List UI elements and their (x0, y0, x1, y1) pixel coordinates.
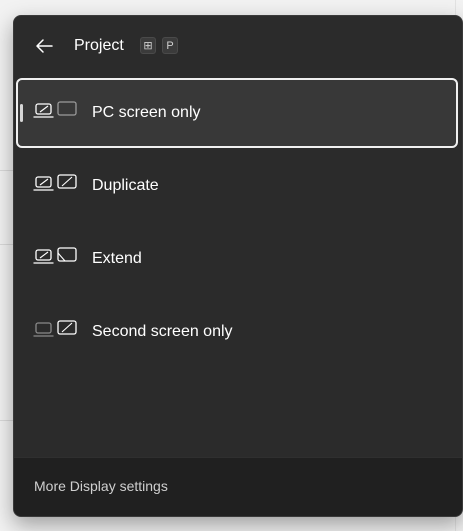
option-pc-screen-only[interactable]: PC screen only (16, 78, 458, 148)
background-divider (0, 170, 14, 171)
extend-icon (33, 247, 77, 264)
option-extend[interactable]: Extend (16, 224, 458, 294)
pc-screen-only-icon (33, 101, 77, 118)
windows-key-badge: ⊞ (140, 37, 156, 54)
selection-indicator (20, 104, 23, 122)
option-second-screen-only[interactable]: Second screen only (16, 297, 458, 367)
duplicate-icon (33, 174, 77, 191)
background-divider (0, 420, 14, 421)
flyout-title: Project (74, 37, 124, 54)
p-key-badge: P (162, 37, 178, 54)
background-divider (0, 244, 14, 245)
flyout-footer: More Display settings (14, 457, 462, 516)
option-duplicate[interactable]: Duplicate (16, 151, 458, 221)
back-button[interactable] (32, 34, 56, 58)
project-flyout: Project ⊞ P PC screen only Duplicate Ext… (13, 15, 463, 517)
option-label: Extend (92, 250, 142, 267)
second-screen-only-icon (33, 320, 77, 337)
arrow-left-icon (36, 39, 53, 53)
option-label: Second screen only (92, 323, 233, 340)
option-label: PC screen only (92, 104, 201, 121)
flyout-header: Project ⊞ P (14, 16, 462, 76)
option-label: Duplicate (92, 177, 159, 194)
more-display-settings-link[interactable]: More Display settings (34, 477, 168, 495)
